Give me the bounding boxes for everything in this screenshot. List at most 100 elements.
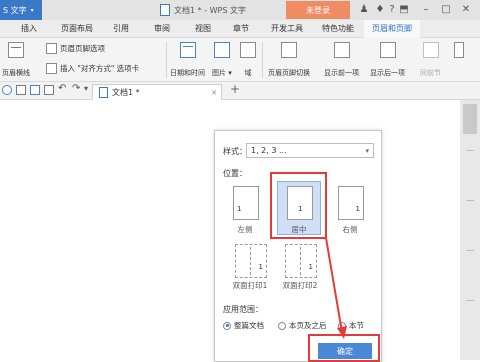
position-number: 1 [308, 263, 313, 271]
same-as-previous-button[interactable]: 同前节 [420, 42, 441, 78]
shirt-icon[interactable]: ♦ [374, 4, 386, 16]
picture-label: 图片 ▾ [212, 69, 232, 77]
header-line-button[interactable]: 页眉横线 [2, 42, 30, 78]
link-icon [422, 42, 439, 58]
header-line-icon [8, 42, 24, 58]
field-icon [240, 42, 256, 58]
ribbon: 页眉横线 页眉页脚选项 插入 "对齐方式" 选项卡 日期和时间 图片 ▾ 域 页… [0, 38, 480, 82]
position-duplex2-label: 双面打印2 [282, 281, 318, 290]
tab-developer[interactable]: 开发工具 [262, 20, 312, 38]
same-as-previous-label: 同前节 [420, 69, 441, 77]
show-next-label: 显示后一项 [370, 69, 405, 77]
new-tab-icon[interactable]: + [230, 82, 240, 96]
page-options-icon [46, 43, 57, 54]
radio-icon [278, 321, 286, 330]
show-next-button[interactable]: 显示后一项 [370, 42, 405, 78]
show-previous-label: 显示前一项 [324, 69, 359, 77]
redo-icon[interactable]: ↷ [72, 83, 80, 94]
field-label: 域 [244, 69, 252, 77]
scrollbar-tick [466, 300, 474, 301]
scrollbar-tick [466, 200, 474, 201]
date-time-button[interactable]: 日期和时间 [170, 42, 205, 78]
radio-selected-icon [223, 321, 231, 330]
help-icon[interactable]: ? [386, 4, 398, 16]
show-previous-button[interactable]: 显示前一项 [324, 42, 359, 78]
more-icon [454, 42, 464, 58]
tab-view[interactable]: 视图 [186, 20, 220, 38]
scope-this-page-onward-label: 本页及之后 [289, 321, 327, 330]
align-tab-icon [46, 63, 57, 74]
field-button[interactable]: 域 [240, 42, 256, 78]
highlight-box [308, 334, 380, 362]
tab-page-layout[interactable]: 页面布局 [52, 20, 102, 38]
scope-this-section-radio[interactable]: 本节 [338, 320, 364, 331]
undo-icon[interactable]: ↶ [58, 83, 66, 94]
position-number: 1 [258, 263, 263, 271]
header-line-label: 页眉横线 [2, 69, 30, 77]
print-icon[interactable] [44, 85, 54, 95]
next-icon [379, 42, 396, 58]
header-footer-switch-button[interactable]: 页眉页脚切换 [268, 42, 310, 78]
tab-review[interactable]: 审阅 [142, 20, 182, 38]
login-button[interactable]: 未登录 [286, 1, 350, 19]
scope-this-page-onward-radio[interactable]: 本页及之后 [278, 320, 327, 331]
switch-icon [281, 42, 297, 58]
position-number: 1 [355, 205, 360, 213]
scope-this-section-label: 本节 [349, 321, 364, 330]
position-left-option[interactable]: 1 [233, 186, 259, 220]
maximize-icon[interactable]: □ [440, 4, 452, 16]
previous-icon [333, 42, 350, 58]
position-left-label: 左侧 [237, 225, 253, 234]
vertical-scrollbar[interactable] [460, 100, 480, 360]
tab-header-footer[interactable]: 页眉和页脚 [364, 20, 420, 40]
tab-section[interactable]: 章节 [224, 20, 258, 38]
chevron-down-icon: ▾ [365, 147, 369, 155]
header-footer-options-button[interactable]: 页眉页脚选项 [46, 43, 105, 54]
style-select[interactable]: 1, 2, 3 ... ▾ [246, 143, 374, 158]
style-label: 样式： [223, 147, 247, 156]
document-tab[interactable]: 文档1 * ✕ [92, 84, 222, 100]
fullscreen-icon[interactable]: ⬒ [398, 4, 410, 16]
date-time-label: 日期和时间 [170, 69, 205, 77]
radio-icon [338, 321, 346, 330]
position-right-label: 右侧 [342, 225, 358, 234]
save-icon[interactable] [30, 85, 40, 95]
ribbon-separator [262, 42, 263, 78]
position-label: 位置： [223, 169, 247, 178]
scrollbar-tick [466, 250, 474, 251]
insert-align-tab-button[interactable]: 插入 "对齐方式" 选项卡 [46, 63, 139, 74]
open-icon[interactable] [16, 85, 26, 95]
document-tab-label: 文档1 * [112, 88, 140, 97]
style-select-value: 1, 2, 3 ... [251, 146, 287, 155]
chevron-down-icon[interactable]: ▾ [84, 84, 88, 93]
scope-whole-document-radio[interactable]: 整篇文档 [223, 320, 264, 331]
position-number: 1 [237, 205, 242, 213]
window-title-text: 文档1 * - WPS 文字 [174, 5, 246, 15]
close-icon[interactable]: ✕ [460, 4, 472, 16]
position-duplex1-label: 双面打印1 [232, 281, 268, 290]
app-menu-button[interactable]: S 文字 ▾ [0, 0, 42, 20]
position-right-option[interactable]: 1 [338, 186, 364, 220]
picture-button[interactable]: 图片 ▾ [212, 42, 232, 78]
header-footer-options-label: 页眉页脚选项 [60, 44, 105, 53]
title-bar: S 文字 ▾ 文档1 * - WPS 文字 未登录 ♟ ♦ ? ⬒ – □ ✕ [0, 0, 480, 20]
scope-whole-document-label: 整篇文档 [234, 321, 264, 330]
scope-label: 应用范围： [223, 305, 263, 314]
close-tab-icon[interactable]: ✕ [211, 89, 217, 97]
scrollbar-thumb[interactable] [463, 104, 477, 134]
document-icon [99, 87, 108, 98]
header-footer-switch-label: 页眉页脚切换 [268, 69, 310, 77]
skin-icon[interactable]: ♟ [358, 4, 370, 16]
more-button[interactable] [454, 42, 464, 58]
tab-insert[interactable]: 插入 [8, 20, 50, 38]
chevron-down-icon: ▾ [30, 6, 34, 14]
tab-references[interactable]: 引用 [104, 20, 138, 38]
document-icon [160, 4, 170, 16]
menu-tabs: 插入 页面布局 引用 审阅 视图 章节 开发工具 特色功能 页眉和页脚 [0, 20, 480, 40]
calendar-icon [179, 42, 196, 58]
minimize-icon[interactable]: – [420, 4, 432, 16]
new-icon[interactable] [2, 85, 12, 95]
position-duplex1-option[interactable]: 1 [235, 244, 267, 278]
position-duplex2-option[interactable]: 1 [285, 244, 317, 278]
tab-special-features[interactable]: 特色功能 [314, 20, 362, 38]
